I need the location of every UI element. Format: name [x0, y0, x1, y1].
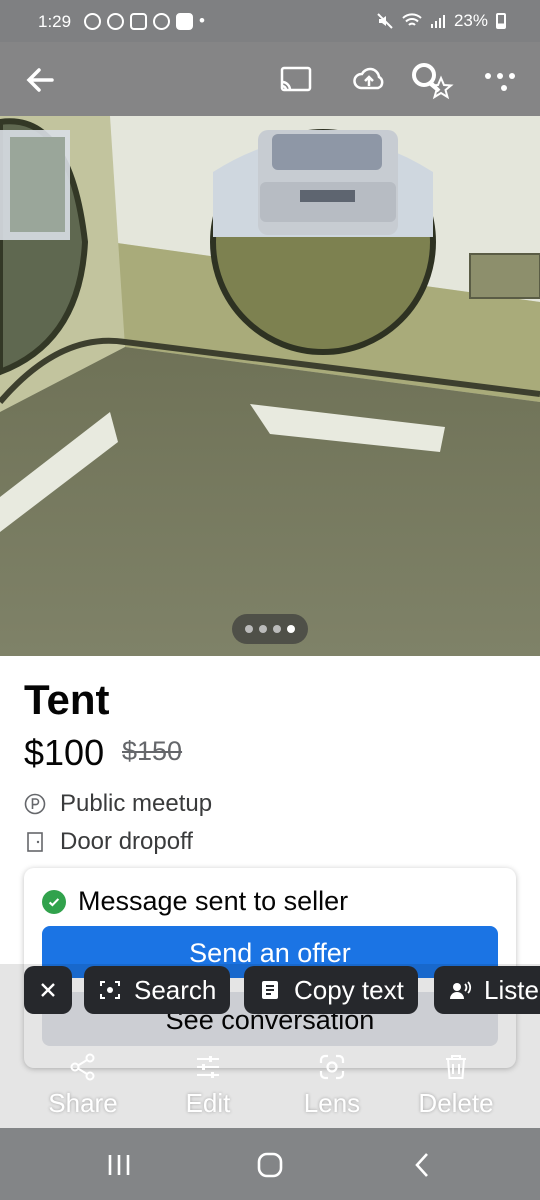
- pager-dot: [273, 625, 281, 633]
- share-action-label: Share: [48, 1088, 118, 1118]
- tent-photo-image: [0, 42, 540, 656]
- listen-chip-label: Liste: [484, 974, 539, 1005]
- mute-icon: [377, 13, 393, 29]
- search-star-icon[interactable]: [410, 62, 454, 100]
- close-chips-button[interactable]: [24, 966, 72, 1014]
- edit-action-label: Edit: [185, 1088, 231, 1118]
- lens-search-icon: [100, 981, 120, 999]
- listing-title: Tent: [24, 676, 110, 723]
- status-bar: 1:29 • 23%: [0, 0, 540, 42]
- wifi-icon: [402, 13, 422, 26]
- speaker-person-icon: [450, 981, 472, 999]
- back-arrow-icon[interactable]: [22, 62, 58, 98]
- screenshot-actions-bar: Share Edit Lens Delete: [0, 1050, 540, 1122]
- recent-apps-icon[interactable]: [104, 1150, 134, 1180]
- message-sent-status: Message sent to seller: [42, 886, 348, 917]
- lens-action[interactable]: Lens: [272, 1050, 392, 1119]
- back-icon[interactable]: [408, 1150, 438, 1180]
- instagram-icon: [107, 12, 124, 30]
- instagram-icon: [84, 12, 101, 30]
- battery-icon: [496, 13, 506, 29]
- pager-dot-active: [287, 625, 295, 633]
- search-chip-label: Search: [134, 974, 217, 1005]
- sliders-icon: [197, 1056, 219, 1078]
- more-notifications-dot-icon: •: [199, 11, 205, 30]
- parking-icon: [24, 793, 46, 815]
- delete-action-label: Delete: [418, 1088, 494, 1118]
- top-app-bar: [0, 42, 540, 116]
- edit-action[interactable]: Edit: [148, 1050, 268, 1119]
- document-text-icon: [262, 981, 278, 999]
- share-action[interactable]: Share: [23, 1050, 143, 1119]
- signal-icon: [430, 15, 445, 28]
- delivery-option-door-dropoff: Door dropoff: [24, 828, 193, 856]
- listing-photo[interactable]: [0, 42, 540, 656]
- cast-icon[interactable]: [278, 62, 314, 98]
- delivery-option-public-meetup: Public meetup: [24, 790, 212, 818]
- copy-text-chip[interactable]: Copy text: [244, 966, 418, 1014]
- cloud-upload-icon[interactable]: [351, 62, 387, 98]
- copy-text-chip-label: Copy text: [294, 974, 404, 1005]
- photo-pager-indicator: [232, 614, 308, 644]
- home-icon[interactable]: [255, 1150, 285, 1180]
- delete-action[interactable]: Delete: [396, 1050, 516, 1119]
- status-time: 1:29: [38, 12, 72, 31]
- door-icon: [24, 831, 46, 853]
- pager-dot: [259, 625, 267, 633]
- system-icons: 23%: [376, 11, 506, 31]
- ring-icon: [176, 12, 193, 30]
- notification-icons: •: [84, 11, 205, 31]
- facebook-icon: [153, 12, 170, 30]
- pager-dot: [245, 625, 253, 633]
- gallery-icon: [130, 12, 147, 30]
- share-icon: [70, 1053, 95, 1081]
- listen-chip[interactable]: Liste: [434, 966, 540, 1014]
- battery-percent: 23%: [453, 11, 488, 30]
- listing-price: $100: [24, 732, 105, 773]
- lens-action-label: Lens: [303, 1088, 361, 1118]
- system-nav-bar: [0, 1128, 540, 1200]
- more-options-icon[interactable]: [482, 62, 518, 98]
- listing-original-price: $150: [122, 736, 183, 766]
- close-icon: [41, 983, 55, 997]
- trash-icon: [446, 1055, 466, 1079]
- lens-chip-row: Search Copy text Liste: [0, 966, 540, 1016]
- delivery-option-label: Public meetup: [60, 790, 213, 817]
- google-lens-icon: [319, 1054, 345, 1080]
- check-circle-icon: [42, 889, 66, 914]
- lens-search-chip[interactable]: Search: [84, 966, 231, 1014]
- delivery-option-label: Door dropoff: [60, 828, 193, 855]
- message-sent-text: Message sent to seller: [78, 886, 349, 916]
